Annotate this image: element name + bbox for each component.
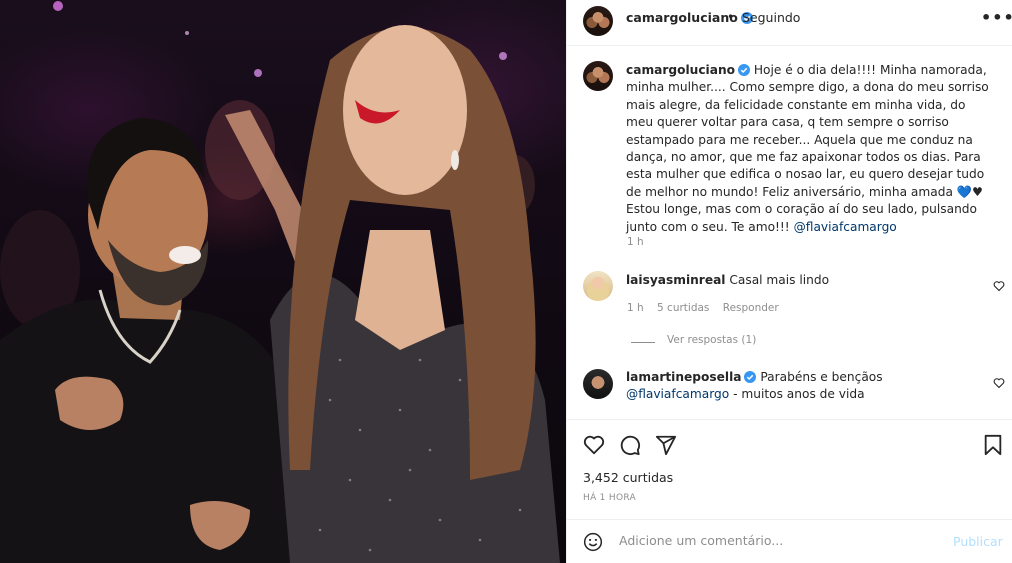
- commenter-avatar[interactable]: [583, 369, 613, 399]
- author-username-text[interactable]: camargoluciano: [626, 10, 738, 25]
- comment-author-username[interactable]: lamartineposella: [626, 370, 741, 384]
- caption-author-username[interactable]: camargoluciano: [626, 63, 735, 77]
- comment-item: lamartineposella Parabéns e bençãos @fla…: [626, 369, 986, 404]
- post-timestamp[interactable]: HÁ 1 HORA: [583, 493, 636, 503]
- likes-count[interactable]: 3,452 curtidas: [583, 470, 673, 485]
- verified-badge-icon: [744, 371, 757, 383]
- comment-meta: 1 h 5 curtidas Responder: [627, 302, 789, 314]
- comments-list[interactable]: camargoluciano Hoje é o dia dela!!!! Min…: [567, 47, 1012, 419]
- caption-meta: 1 h: [627, 236, 654, 248]
- comment-like-heart-icon[interactable]: [993, 377, 1005, 389]
- heart-icon[interactable]: [583, 434, 605, 456]
- post-header: camargoluciano • Seguindo •••: [567, 0, 1012, 46]
- author-avatar[interactable]: [583, 6, 613, 36]
- comment-text-tail: - muitos anos de vida: [729, 387, 865, 402]
- replies-divider-line: [631, 342, 655, 343]
- caption-time[interactable]: 1 h: [627, 236, 644, 248]
- add-comment-bar: Publicar: [567, 519, 1012, 563]
- following-button[interactable]: Seguindo: [742, 10, 800, 25]
- comment-text: Casal mais lindo: [729, 273, 830, 287]
- comment-like-heart-icon[interactable]: [993, 280, 1005, 292]
- paper-plane-icon[interactable]: [655, 434, 677, 456]
- post-sidebar: camargoluciano • Seguindo ••• camargoluc…: [566, 0, 1012, 563]
- commenter-avatar[interactable]: [583, 271, 613, 301]
- post-caption: camargoluciano Hoje é o dia dela!!!! Min…: [626, 62, 996, 236]
- post-photo[interactable]: [0, 0, 566, 563]
- comment-mention-link[interactable]: @flaviafcamargo: [626, 387, 729, 401]
- bookmark-icon[interactable]: [983, 434, 1003, 456]
- comment-item: laisyasminreal Casal mais lindo: [626, 272, 986, 289]
- more-options-icon[interactable]: •••: [981, 8, 1012, 27]
- comment-author-username[interactable]: laisyasminreal: [626, 273, 726, 287]
- comment-reply-button[interactable]: Responder: [723, 302, 779, 314]
- photo-illustration: [0, 1, 560, 563]
- comment-likes-count[interactable]: 5 curtidas: [657, 302, 709, 314]
- view-replies-button[interactable]: Ver respostas (1): [667, 334, 756, 346]
- caption-author-avatar[interactable]: [583, 61, 613, 91]
- comment-text: Parabéns e bençãos: [760, 370, 883, 384]
- comment-time[interactable]: 1 h: [627, 302, 644, 314]
- add-comment-input[interactable]: [619, 533, 939, 548]
- header-separator: •: [727, 10, 735, 24]
- verified-badge-icon: [738, 64, 751, 76]
- caption-body: Hoje é o dia dela!!!! Minha namorada, mi…: [626, 63, 989, 234]
- publish-button[interactable]: Publicar: [953, 534, 1003, 549]
- post-actions: 3,452 curtidas HÁ 1 HORA: [567, 419, 1012, 519]
- caption-mention-link[interactable]: @flaviafcamargo: [794, 220, 897, 234]
- comment-icon[interactable]: [619, 434, 641, 456]
- emoji-icon[interactable]: [583, 532, 603, 552]
